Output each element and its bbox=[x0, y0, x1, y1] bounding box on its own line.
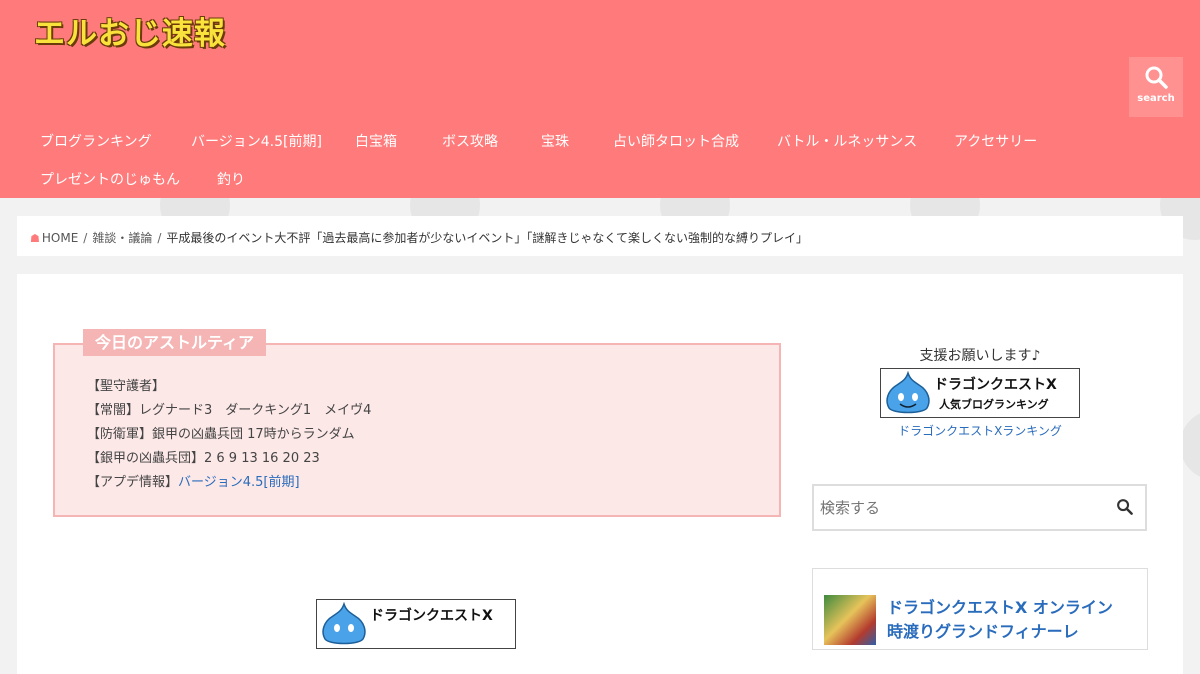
astoltia-box: 【聖守護者】 【常闇】レグナード3 ダークキング1 メイヴ4 【防衛軍】銀甲の凶… bbox=[53, 343, 781, 517]
banner-subtitle: 人気ブログランキング bbox=[939, 398, 1049, 411]
breadcrumb-home[interactable]: HOME bbox=[42, 231, 78, 245]
search-icon bbox=[1145, 66, 1168, 89]
ad-title[interactable]: ドラゴンクエストX オンライン 時渡りグランドフィナーレ bbox=[887, 596, 1113, 644]
search-input[interactable] bbox=[818, 494, 1102, 522]
breadcrumb-current: 平成最後のイベント大不評「過去最高に参加者が少ないイベント」「謎解きじゃなくて楽… bbox=[166, 231, 809, 245]
slime-icon bbox=[886, 371, 930, 414]
support-text: 支援お願いします♪ bbox=[919, 348, 1041, 364]
ad-title-line: 時渡りグランドフィナーレ bbox=[887, 622, 1079, 641]
nav-item-boss[interactable]: ボス攻略 bbox=[442, 131, 498, 151]
nav-item-tarot[interactable]: 占い師タロット合成 bbox=[613, 131, 739, 151]
ranking-banner[interactable]: ドラゴンクエストX 人気ブログランキング bbox=[880, 368, 1080, 418]
nav-item-present[interactable]: プレゼントのじゅもん bbox=[40, 169, 180, 189]
nav-item-fishing[interactable]: 釣り bbox=[217, 169, 245, 189]
search-icon[interactable] bbox=[1116, 498, 1133, 515]
search-label: search bbox=[1137, 93, 1175, 104]
content-ranking-banner[interactable]: ドラゴンクエストX bbox=[316, 599, 516, 649]
nav-item-blog-ranking[interactable]: ブログランキング bbox=[40, 131, 152, 151]
ad-title-line: ドラゴンクエストX オンライン bbox=[887, 598, 1113, 617]
banner-title: ドラゴンクエストX bbox=[370, 608, 493, 624]
nav-item-battle[interactable]: バトル・ルネッサンス bbox=[777, 131, 917, 151]
home-icon: ☗ bbox=[30, 232, 40, 245]
astoltia-line: 【防衛軍】銀甲の凶蟲兵団 17時からランダム bbox=[87, 427, 355, 442]
sidebar-support-widget: 支援お願いします♪ ドラゴンクエストX 人気ブログランキング ドラゴンクエストX… bbox=[880, 345, 1080, 439]
slime-icon bbox=[322, 602, 366, 645]
breadcrumb: ☗ HOME / 雑談・議論 / 平成最後のイベント大不評「過去最高に参加者が少ないイベン… bbox=[17, 216, 1183, 256]
nav-item-white-chest[interactable]: 白宝箱 bbox=[355, 131, 397, 151]
astoltia-line: 【銀甲の凶蟲兵団】2 6 9 13 16 20 23 bbox=[87, 451, 320, 466]
site-header: エルおじ速報 search ブログランキング バージョン4.5[前期] 白宝箱 … bbox=[0, 0, 1200, 198]
breadcrumb-category[interactable]: 雑談・議論 bbox=[92, 231, 152, 245]
astoltia-update-line: 【アプデ情報】バージョン4.5[前期] bbox=[87, 471, 371, 495]
sidebar-search bbox=[812, 484, 1147, 531]
update-prefix: 【アプデ情報】 bbox=[87, 475, 179, 490]
sidebar-ad-card[interactable]: ドラゴンクエストX オンライン 時渡りグランドフィナーレ bbox=[812, 568, 1148, 650]
game-thumbnail bbox=[824, 595, 876, 645]
astoltia-box-title: 今日のアストルティア bbox=[83, 329, 267, 356]
astoltia-line: 【常闇】レグナード3 ダークキング1 メイヴ4 bbox=[87, 403, 372, 418]
site-logo[interactable]: エルおじ速報 bbox=[34, 8, 226, 53]
banner-title: ドラゴンクエストX bbox=[934, 377, 1057, 393]
nav-item-accessory[interactable]: アクセサリー bbox=[954, 131, 1037, 151]
breadcrumb-separator: / bbox=[83, 231, 88, 245]
update-link[interactable]: バージョン4.5[前期] bbox=[178, 475, 300, 490]
nav-item-version[interactable]: バージョン4.5[前期] bbox=[191, 131, 322, 151]
nav-item-jewel[interactable]: 宝珠 bbox=[541, 131, 569, 151]
ranking-link[interactable]: ドラゴンクエストXランキング bbox=[880, 422, 1080, 439]
astoltia-line: 【聖守護者】 bbox=[87, 379, 166, 394]
breadcrumb-separator: / bbox=[157, 231, 162, 245]
header-search-button[interactable]: search bbox=[1129, 57, 1183, 117]
